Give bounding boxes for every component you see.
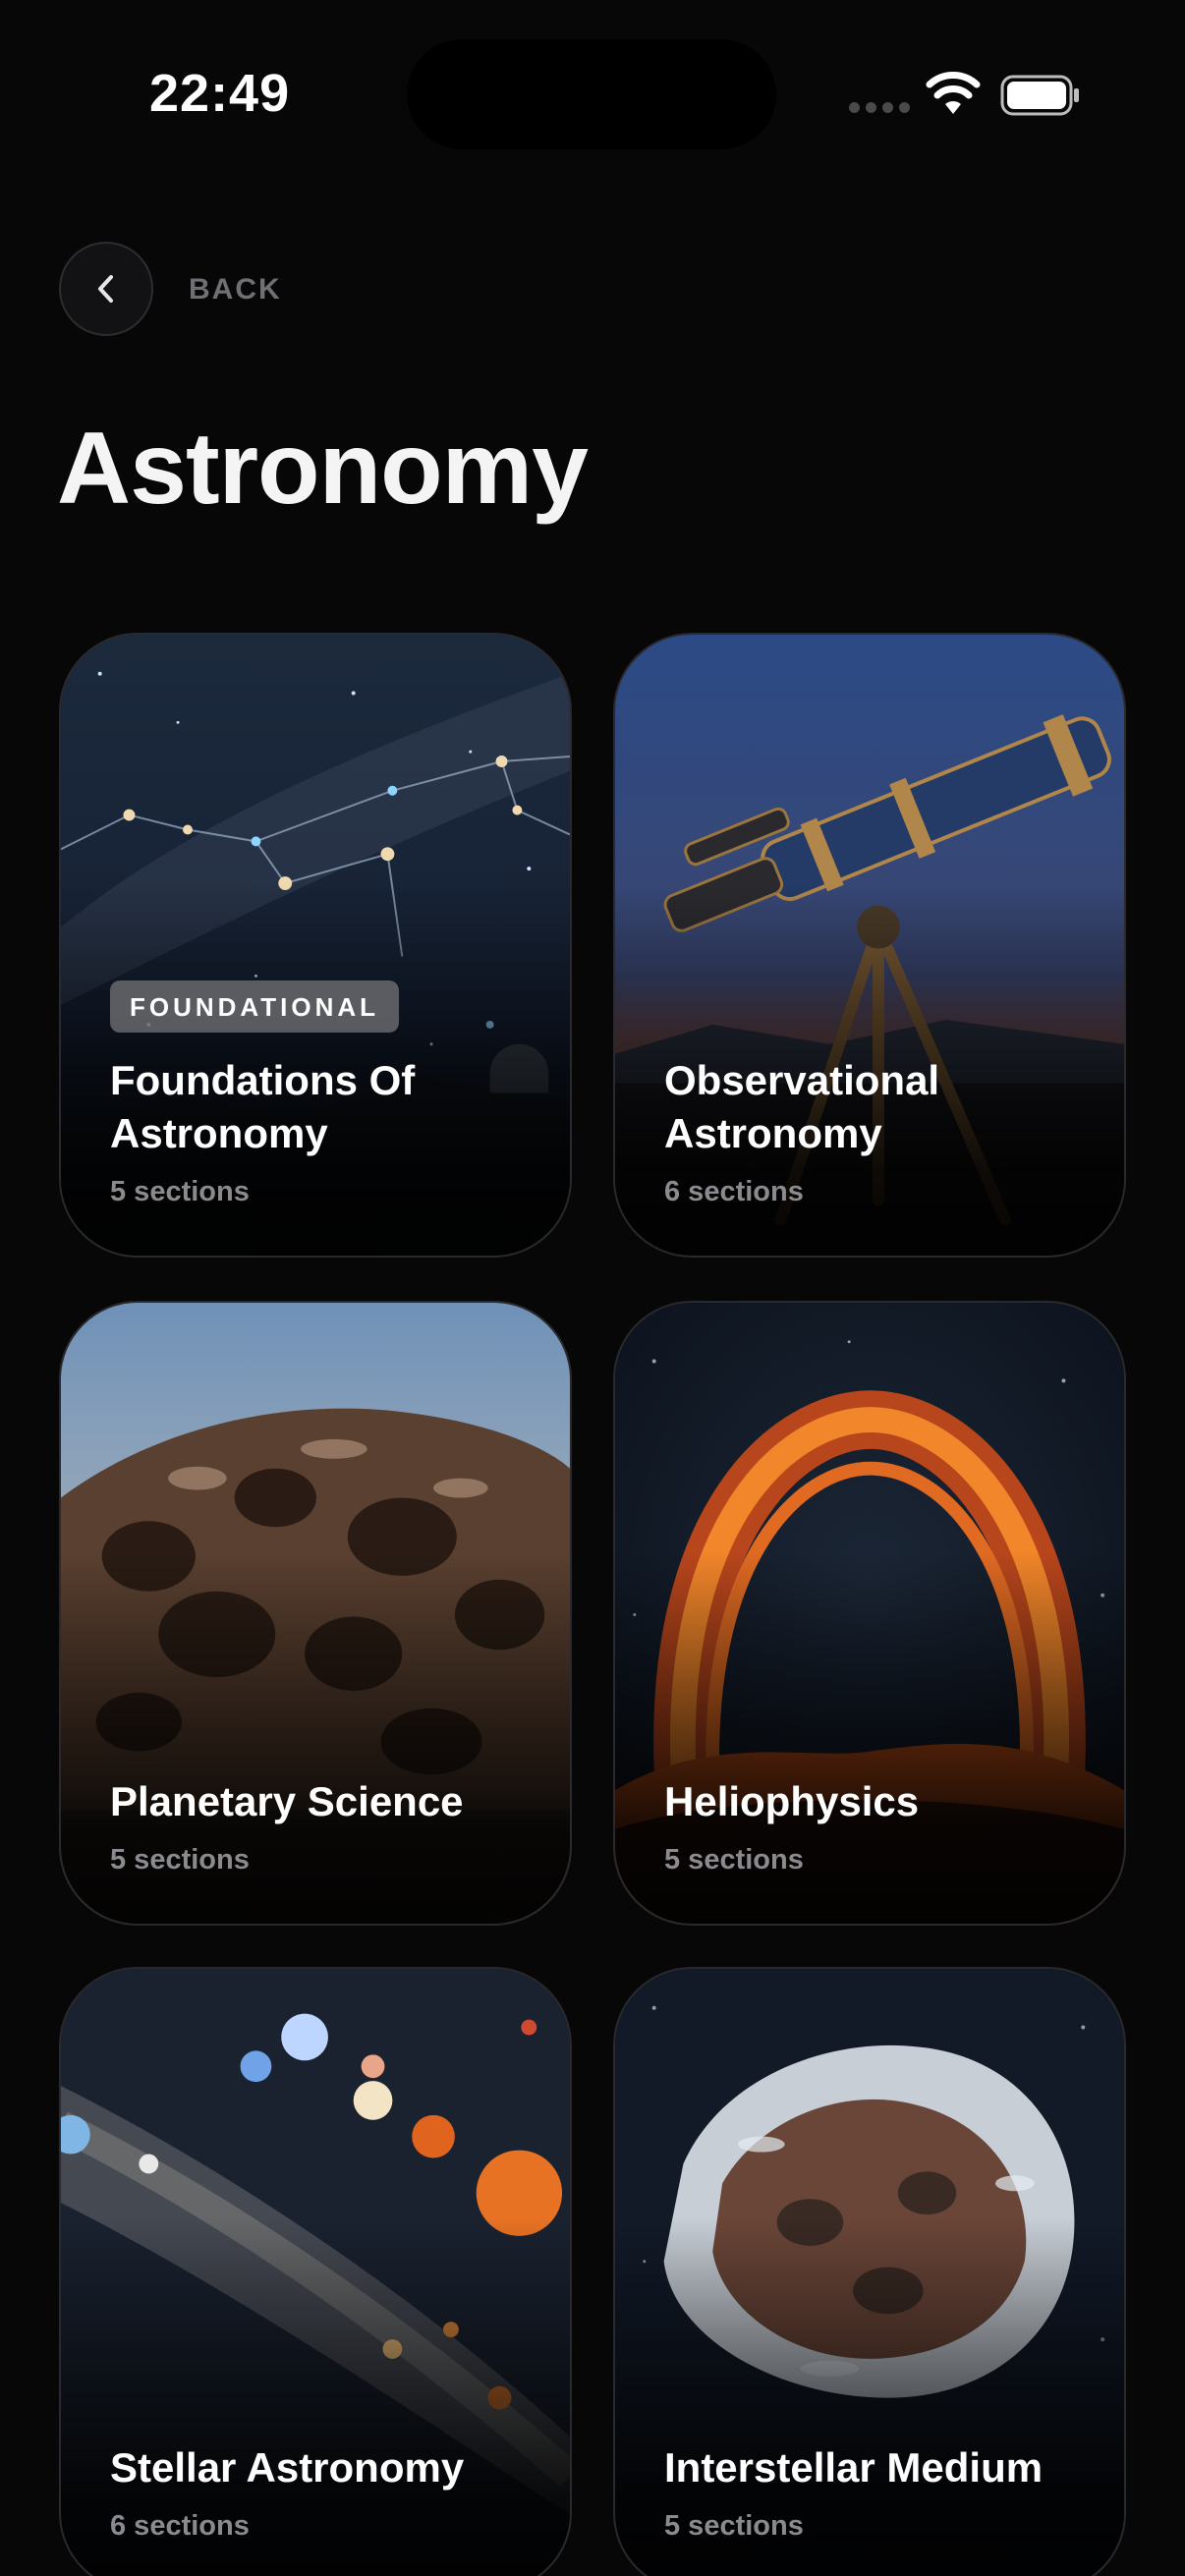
card-section-count: 5 sections [664,1844,804,1876]
screen: 22:49 BACK Astronomy FOUNDATIONAL Founda… [0,0,1185,2576]
foundational-badge: FOUNDATIONAL [110,980,400,1033]
card-section-count: 5 sections [664,2510,804,2542]
page-title: Astronomy [57,412,589,526]
back-button[interactable] [59,242,153,336]
course-card-planetary-science[interactable]: Planetary Science 5 sections [59,1301,572,1926]
card-section-count: 6 sections [110,2510,250,2542]
course-card-foundations[interactable]: FOUNDATIONAL Foundations Of Astronomy 5 … [59,633,572,1258]
course-card-heliophysics[interactable]: Heliophysics 5 sections [613,1301,1126,1926]
card-title: Planetary Science [110,1778,464,1824]
battery-icon [1000,75,1079,116]
card-section-count: 5 sections [110,1844,250,1876]
status-time: 22:49 [149,64,291,123]
wifi-icon [926,72,981,114]
card-title: Observational Astronomy [664,1057,940,1156]
course-card-observational[interactable]: Observational Astronomy 6 sections [613,633,1126,1258]
card-title: Interstellar Medium [664,2444,1044,2491]
course-card-interstellar-medium[interactable]: Interstellar Medium 5 sections [613,1967,1126,2576]
cellular-signal-icon [849,102,910,113]
chevron-left-icon [98,275,113,303]
card-section-count: 6 sections [664,1176,804,1207]
card-title: Foundations Of Astronomy [110,1057,416,1156]
card-title: Stellar Astronomy [110,2444,465,2491]
card-title: Heliophysics [664,1778,920,1824]
back-label[interactable]: BACK [189,273,282,307]
card-section-count: 5 sections [110,1176,250,1207]
course-card-stellar-astronomy[interactable]: Stellar Astronomy 6 sections [59,1967,572,2576]
dynamic-island [407,39,776,149]
